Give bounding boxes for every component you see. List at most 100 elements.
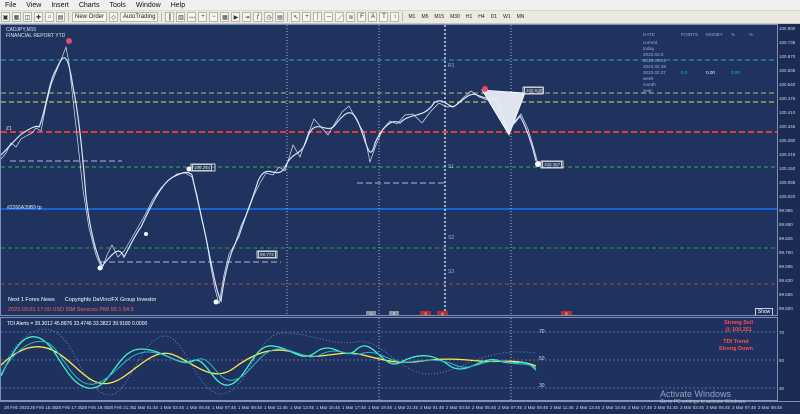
new-order-button[interactable]: New Order [72,12,108,22]
price-tick: 99.825 [779,236,793,241]
autoscroll-icon[interactable]: ▶ [231,12,241,22]
new-chart-icon[interactable]: ▣ [1,12,10,22]
timeframe-d1[interactable]: D1 [488,14,500,20]
copyright-label: Copyrights DaVinciFX Group Investor [64,297,157,303]
timeframe-m1[interactable]: M1 [405,14,418,20]
price-tick: 100.800 [779,26,796,31]
timeframe-mn[interactable]: MN [514,14,528,20]
time-tick: 2 Mar 17:45 [628,405,653,410]
timeframe-h4[interactable]: H4 [475,14,487,20]
menu-window[interactable]: Window [131,0,166,10]
time-tick: 1 Mar 19:45 [368,405,393,410]
timeframe-m30[interactable]: M30 [447,14,463,20]
market-watch-icon[interactable]: ◫ [23,12,32,22]
red-event-tag: 4 [437,311,448,315]
timeframe-h1[interactable]: H1 [463,14,475,20]
price-tick: 100.150 [779,166,796,171]
red-event-tag: 5 [561,311,572,315]
red-triangle-marker [482,86,488,92]
time-tick: 28 Feb 21:45 [108,405,135,410]
profiles-icon[interactable]: ▦ [12,12,21,22]
price-tick: 100.475 [779,96,796,101]
show-button[interactable]: Show [755,308,773,315]
time-tick: 2 Mar 03:45 [446,405,471,410]
menu-help[interactable]: Help [166,0,190,10]
level-box-99-774: 99.774 [258,251,276,258]
pivot-marker [144,232,148,236]
main-price-chart[interactable]: CADJPY,M15 FINANCIAL REPORT YTD #2266A39… [0,24,778,316]
time-tick: 2 Mar 05:45 [472,405,497,410]
horizontal-line-icon[interactable]: ─ [324,12,334,22]
menu-insert[interactable]: Insert [46,0,74,10]
tile-windows-icon[interactable]: ▦ [220,12,230,22]
strategy-tester-icon[interactable]: ▤ [56,12,65,22]
toolbar-separator [68,12,69,22]
time-tick: 28 Feb 19:45 [82,405,109,410]
text-icon[interactable]: A [368,12,378,22]
price-tick: 100.280 [779,138,796,143]
time-tick: 1 Mar 07:45 [212,405,237,410]
subchart-axis-tick: 30 [779,386,785,391]
line-chart-icon[interactable]: 〰 [187,12,197,22]
price-tick: 100.345 [779,124,796,129]
cursor-icon[interactable]: ↖ [291,12,301,22]
time-tick: 1 Mar 21:45 [394,405,419,410]
metaeditor-icon[interactable]: ◇ [109,12,119,22]
triangle-pattern [481,89,526,136]
menu-charts[interactable]: Charts [74,0,105,10]
navigator-icon[interactable]: ✚ [34,12,43,22]
time-tick: 1 Mar 05:45 [186,405,211,410]
table-row: year [643,88,775,94]
menu-view[interactable]: View [21,0,46,10]
timeframe-m15[interactable]: M15 [431,14,447,20]
timeframe-w1[interactable]: W1 [500,14,514,20]
fibonacci-icon[interactable]: F [357,12,367,22]
chart-shift-icon[interactable]: ⇥ [242,12,252,22]
subchart-axis-tick: 50 [779,358,785,363]
label-icon[interactable]: T [379,12,389,22]
arrows-icon[interactable]: ↕ [390,12,400,22]
news-panel: Next 1 Forex News Copyrights DaVinciFX G… [8,297,156,303]
timeframe-m5[interactable]: M5 [418,14,431,20]
symbol-line-2: FINANCIAL REPORT YTD [6,33,66,39]
chart-window[interactable]: CADJPY,M15 FINANCIAL REPORT YTD #2266A39… [0,24,800,414]
price-tick: 100.670 [779,54,796,59]
watermark-title: Activate Windows [660,389,732,399]
time-tick: 1 Mar 13:45 [290,405,315,410]
support-s3-label: S3 [448,269,455,275]
time-marker-tag: 1 [366,311,376,315]
crosshair-icon[interactable]: + [302,12,312,22]
swing-low-marker-2 [213,299,219,305]
price-axis: 100.800 100.735 100.670 100.605 100.540 … [778,24,800,401]
news-title: Next 1 Forex News [8,297,55,303]
menu-file[interactable]: File [0,0,21,10]
subchart-level-30: 30 [539,383,545,389]
templates-icon[interactable]: ▤ [275,12,285,22]
channel-icon[interactable]: ≋ [346,12,356,22]
autotrading-button[interactable]: AutoTrading [120,12,159,22]
resistance-r1-label: R1 [448,63,455,69]
terminal-icon[interactable]: ⌂ [45,12,54,22]
time-tick: 1 Mar 03:45 [160,405,185,410]
zoom-out-icon[interactable]: − [209,12,219,22]
trendline-icon[interactable]: ／ [335,12,345,22]
level-box-100-630: 100.630 [524,87,545,94]
menu-tools[interactable]: Tools [104,0,130,10]
periods-icon[interactable]: ◷ [264,12,274,22]
time-marker-tag: 2 [389,311,399,315]
swing-low-marker-1 [97,265,103,271]
strong-sell-line-1: Strong Sell [723,320,753,326]
windows-activation-watermark: Activate Windows Go to PC settings to ac… [660,389,746,405]
candlestick-icon[interactable]: ▥ [176,12,186,22]
zoom-in-icon[interactable]: + [198,12,208,22]
indicators-icon[interactable]: ƒ [253,12,263,22]
price-tick: 99.500 [779,306,793,311]
toolbar-separator [161,12,163,22]
price-tick: 100.540 [779,82,796,87]
table-header: DATE POINTS MONEY % % [643,32,775,40]
price-tick: 99.695 [779,264,793,269]
watermark-subtitle: Go to PC settings to activate Windows. [660,399,747,405]
vertical-line-icon[interactable]: │ [313,12,323,22]
bar-chart-icon[interactable]: ┃ [165,12,175,22]
table-cell [749,88,765,94]
